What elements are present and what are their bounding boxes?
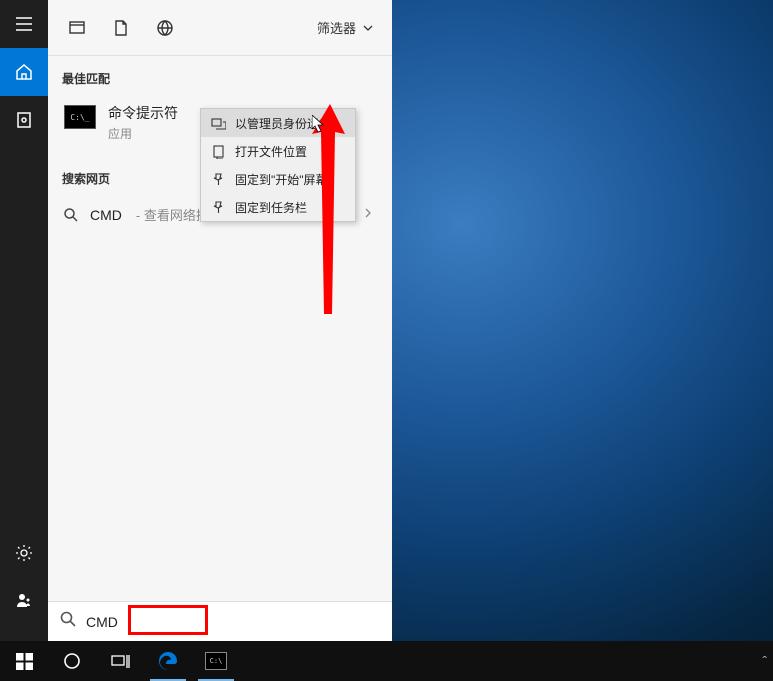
menu-pin-to-start[interactable]: 固定到"开始"屏幕 [201, 165, 355, 193]
chevron-down-icon [362, 22, 374, 34]
menu-label: 固定到任务栏 [235, 199, 307, 216]
cmd-taskbar-button[interactable]: C:\ [192, 641, 240, 681]
menu-pin-to-taskbar[interactable]: 固定到任务栏 [201, 193, 355, 221]
result-subtitle: 应用 [108, 125, 178, 142]
hamburger-button[interactable] [0, 0, 48, 48]
search-panel: 筛选器 最佳匹配 C:\_ 命令提示符 应用 搜索网页 CMD - 查看网络搜 [48, 0, 392, 641]
home-button[interactable] [0, 48, 48, 96]
search-icon [60, 611, 76, 632]
pin-start-icon [209, 170, 227, 188]
search-icon [62, 208, 80, 222]
search-bar[interactable] [48, 601, 392, 641]
system-tray[interactable]: ˆ [762, 653, 773, 669]
result-title: 命令提示符 [108, 103, 178, 123]
menu-label: 以管理员身份运行 [235, 115, 331, 132]
user-rail-button[interactable] [0, 577, 48, 625]
admin-icon [209, 114, 227, 132]
best-match-title: 最佳匹配 [62, 70, 380, 87]
search-input[interactable] [86, 614, 380, 630]
pin-taskbar-icon [209, 198, 227, 216]
task-view-button[interactable] [96, 641, 144, 681]
chevron-right-icon [362, 206, 378, 224]
tray-chevron-icon[interactable]: ˆ [762, 653, 767, 669]
filter-button[interactable]: 筛选器 [307, 12, 384, 43]
documents-scope-icon[interactable] [100, 8, 142, 48]
taskbar: C:\ ˆ [0, 641, 773, 681]
folder-icon [209, 142, 227, 160]
result-text: 命令提示符 应用 [108, 103, 178, 142]
cmd-icon: C:\_ [64, 105, 96, 129]
web-query: CMD [90, 207, 122, 223]
panel-top-bar: 筛选器 [48, 0, 392, 56]
app-scope-icon[interactable] [56, 8, 98, 48]
menu-run-as-admin[interactable]: 以管理员身份运行 [201, 109, 355, 137]
web-scope-icon[interactable] [144, 8, 186, 48]
edge-taskbar-button[interactable] [144, 641, 192, 681]
context-menu: 以管理员身份运行 打开文件位置 固定到"开始"屏幕 固定到任务栏 [200, 108, 356, 222]
start-left-rail [0, 0, 48, 641]
menu-label: 固定到"开始"屏幕 [235, 171, 328, 188]
menu-open-file-location[interactable]: 打开文件位置 [201, 137, 355, 165]
filter-label: 筛选器 [317, 18, 356, 37]
menu-label: 打开文件位置 [235, 143, 307, 160]
documents-rail-button[interactable] [0, 96, 48, 144]
web-hint: - 查看网络搜 [136, 205, 209, 224]
settings-rail-button[interactable] [0, 529, 48, 577]
cortana-button[interactable] [48, 641, 96, 681]
start-button[interactable] [0, 641, 48, 681]
